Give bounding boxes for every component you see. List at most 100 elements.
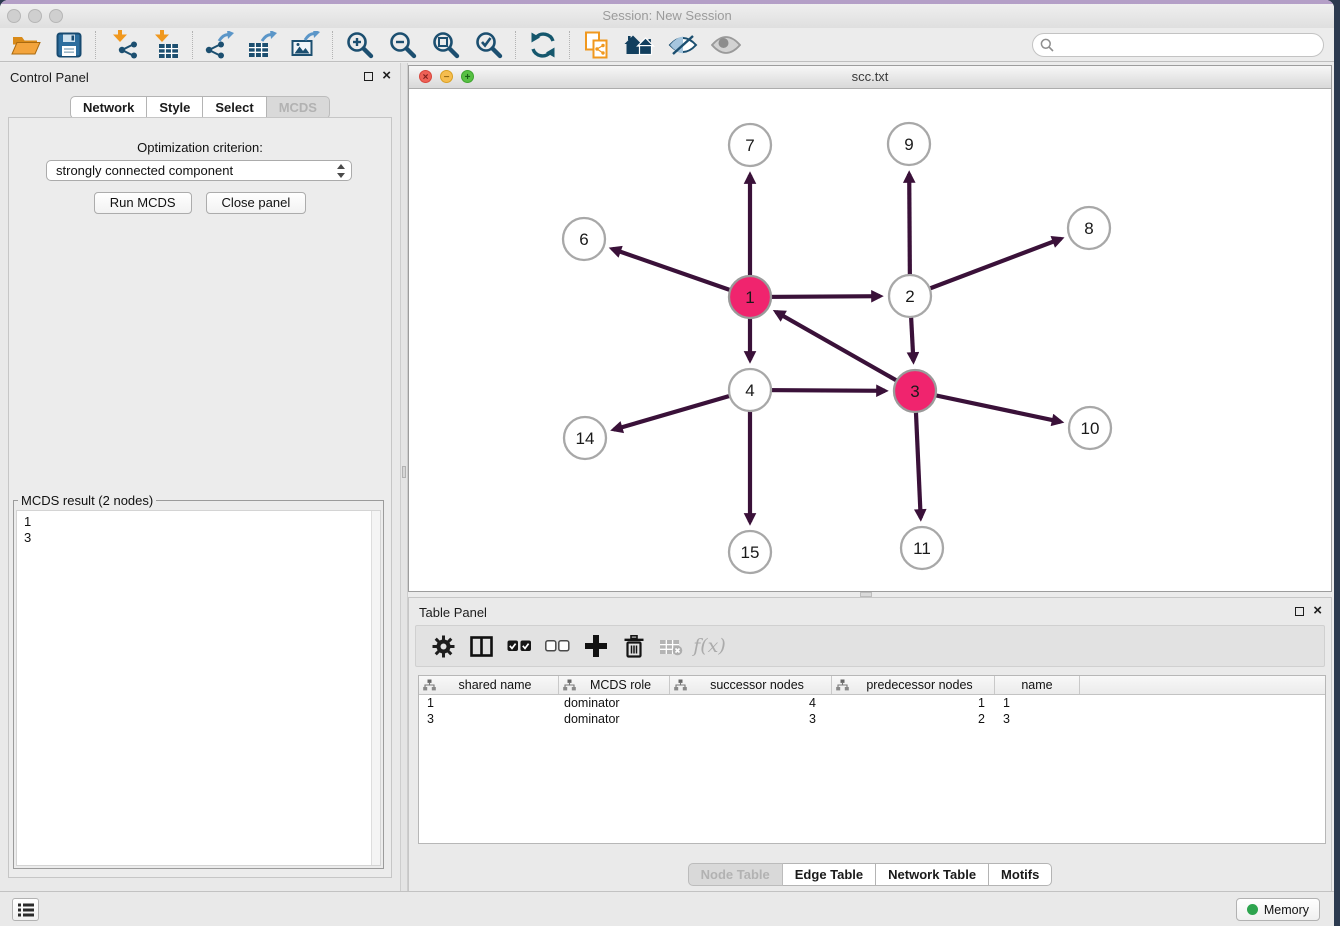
node-4[interactable]: 4 bbox=[729, 369, 771, 411]
cell-MCDS-role[interactable]: dominator bbox=[559, 712, 670, 726]
add-row-button[interactable] bbox=[582, 632, 609, 660]
table-tab-network-table[interactable]: Network Table bbox=[876, 863, 989, 886]
cell-successor-nodes[interactable]: 3 bbox=[670, 712, 832, 726]
optimization-criterion-value: strongly connected component bbox=[56, 163, 233, 178]
import-network-button[interactable] bbox=[101, 29, 144, 61]
node-6[interactable]: 6 bbox=[563, 218, 605, 260]
column-header-MCDS-role[interactable]: MCDS role bbox=[559, 676, 670, 694]
close-panel-button[interactable]: Close panel bbox=[206, 192, 307, 214]
edge-3-10[interactable] bbox=[915, 391, 1061, 422]
cell-successor-nodes[interactable]: 4 bbox=[670, 696, 832, 710]
network-close-button[interactable]: × bbox=[419, 70, 432, 83]
app-title: Session: New Session bbox=[0, 4, 1334, 27]
table-row[interactable]: 1dominator411 bbox=[419, 695, 1325, 711]
column-header-shared-name[interactable]: shared name bbox=[419, 676, 559, 694]
app-zoom-button[interactable] bbox=[49, 9, 63, 23]
refresh-layout-button[interactable] bbox=[521, 29, 564, 61]
search-input[interactable] bbox=[1032, 33, 1324, 57]
network-canvas[interactable]: 1 2 3 4 6 7 8 9 10 11 14 15 bbox=[409, 89, 1331, 591]
node-1[interactable]: 1 bbox=[729, 276, 771, 318]
float-panel-icon[interactable] bbox=[364, 72, 373, 81]
app-minimize-button[interactable] bbox=[28, 9, 42, 23]
export-table-button[interactable] bbox=[241, 29, 284, 61]
deselect-all-button[interactable] bbox=[544, 632, 571, 660]
cell-predecessor-nodes[interactable]: 1 bbox=[832, 696, 995, 710]
svg-text:10: 10 bbox=[1081, 419, 1100, 438]
import-table-button[interactable] bbox=[144, 29, 187, 61]
network-view-window: × − + scc.txt 1 2 3 4 6 7 8 9 10 11 14 15 bbox=[408, 65, 1332, 592]
cell-MCDS-role[interactable]: dominator bbox=[559, 696, 670, 710]
export-image-button[interactable] bbox=[284, 29, 327, 61]
svg-text:15: 15 bbox=[741, 543, 760, 562]
cell-predecessor-nodes[interactable]: 2 bbox=[832, 712, 995, 726]
search-icon bbox=[1040, 38, 1054, 57]
open-session-button[interactable] bbox=[4, 29, 47, 61]
copy-network-button[interactable] bbox=[575, 29, 618, 61]
close-panel-icon[interactable]: × bbox=[382, 71, 391, 81]
table-settings-button[interactable] bbox=[430, 632, 457, 660]
edge-3-1[interactable] bbox=[776, 312, 915, 391]
table-tab-edge-table[interactable]: Edge Table bbox=[783, 863, 876, 886]
app-close-button[interactable] bbox=[7, 9, 21, 23]
search-container bbox=[1032, 33, 1324, 57]
zoom-selected-button[interactable] bbox=[467, 29, 510, 61]
network-window-title: scc.txt bbox=[409, 66, 1331, 88]
zoom-in-button[interactable] bbox=[338, 29, 381, 61]
memory-button[interactable]: Memory bbox=[1236, 898, 1320, 921]
attribute-tree-icon bbox=[423, 679, 436, 691]
result-scrollbar[interactable] bbox=[371, 511, 380, 865]
select-all-button[interactable] bbox=[506, 632, 533, 660]
vertical-splitter[interactable] bbox=[400, 63, 408, 891]
tab-network[interactable]: Network bbox=[70, 96, 147, 119]
status-bar: Memory bbox=[0, 891, 1334, 926]
close-table-panel-icon[interactable]: × bbox=[1313, 606, 1322, 616]
home-view-button[interactable] bbox=[618, 29, 661, 61]
column-header-successor-nodes[interactable]: successor nodes bbox=[670, 676, 832, 694]
edge-2-8[interactable] bbox=[910, 239, 1061, 296]
node-7[interactable]: 7 bbox=[729, 124, 771, 166]
app-titlebar[interactable]: Session: New Session bbox=[0, 4, 1334, 28]
split-panel-button[interactable] bbox=[468, 632, 495, 660]
cell-shared-name[interactable]: 3 bbox=[419, 712, 559, 726]
node-15[interactable]: 15 bbox=[729, 531, 771, 573]
svg-text:14: 14 bbox=[576, 429, 595, 448]
network-maximize-button[interactable]: + bbox=[461, 70, 474, 83]
network-window-titlebar[interactable]: × − + scc.txt bbox=[409, 66, 1331, 89]
tab-style[interactable]: Style bbox=[147, 96, 203, 119]
node-2[interactable]: 2 bbox=[889, 275, 931, 317]
optimization-criterion-select[interactable]: strongly connected component bbox=[46, 160, 352, 181]
vertical-splitter-handle[interactable] bbox=[402, 466, 406, 478]
node-8[interactable]: 8 bbox=[1068, 207, 1110, 249]
run-mcds-button[interactable]: Run MCDS bbox=[94, 192, 192, 214]
network-minimize-button[interactable]: − bbox=[440, 70, 453, 83]
float-table-panel-icon[interactable] bbox=[1295, 607, 1304, 616]
save-session-button[interactable] bbox=[47, 29, 90, 61]
hide-details-button[interactable] bbox=[661, 29, 704, 61]
table-tab-motifs[interactable]: Motifs bbox=[989, 863, 1052, 886]
node-11[interactable]: 11 bbox=[901, 527, 943, 569]
zoom-fit-button[interactable] bbox=[424, 29, 467, 61]
node-10[interactable]: 10 bbox=[1069, 407, 1111, 449]
tab-select[interactable]: Select bbox=[203, 96, 266, 119]
node-3[interactable]: 3 bbox=[894, 370, 936, 412]
export-network-button[interactable] bbox=[198, 29, 241, 61]
column-header-name[interactable]: name bbox=[995, 676, 1080, 694]
svg-text:6: 6 bbox=[579, 230, 588, 249]
column-header-predecessor-nodes[interactable]: predecessor nodes bbox=[832, 676, 995, 694]
cell-shared-name[interactable]: 1 bbox=[419, 696, 559, 710]
node-9[interactable]: 9 bbox=[888, 123, 930, 165]
network-graph[interactable]: 1 2 3 4 6 7 8 9 10 11 14 15 bbox=[409, 89, 1331, 592]
cell-name[interactable]: 3 bbox=[995, 712, 1080, 726]
mcds-result-area[interactable]: 13 bbox=[16, 510, 381, 866]
node-14[interactable]: 14 bbox=[564, 417, 606, 459]
delete-row-button[interactable] bbox=[620, 632, 647, 660]
table-tab-node-table[interactable]: Node Table bbox=[688, 863, 783, 886]
show-details-button[interactable] bbox=[704, 29, 747, 61]
table-row[interactable]: 3dominator323 bbox=[419, 711, 1325, 727]
tab-mcds[interactable]: MCDS bbox=[267, 96, 330, 119]
zoom-out-button[interactable] bbox=[381, 29, 424, 61]
svg-text:11: 11 bbox=[913, 539, 931, 558]
cell-name[interactable]: 1 bbox=[995, 696, 1080, 710]
mcds-result-lines: 13 bbox=[24, 514, 366, 546]
task-history-button[interactable] bbox=[12, 898, 39, 921]
